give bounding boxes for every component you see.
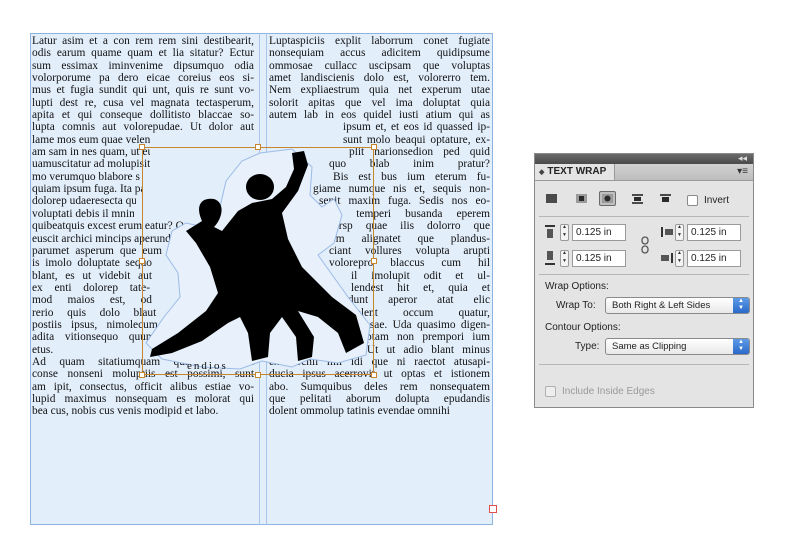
text-line: lupid maximus nonsequam es molorat qui [32, 392, 254, 405]
text-line: lupta comnis aut volorepudae. Ut dolor a… [32, 121, 254, 134]
text-line: dolent ommolup tatinis evendae omnihi [269, 405, 450, 418]
include-inside-edges-checkbox[interactable] [545, 386, 556, 397]
text-line: mus et fugia sundit qui unt, quis re sun… [32, 84, 254, 97]
top-offset-stepper[interactable] [560, 224, 569, 241]
panel-menu-icon[interactable]: ▾≡ [737, 166, 748, 177]
bottom-offset-icon [545, 251, 555, 265]
text-line: abo. Sumquibus deles rem nonsequatem [269, 380, 490, 393]
text-line: am ipit, consectus, officit alibus estia… [32, 380, 254, 393]
text-line: quiam ipsum fuga. Ita parum [32, 183, 142, 196]
resize-handle[interactable] [139, 144, 145, 150]
text-line: voluptati debis il mnimint, [32, 207, 134, 220]
contour-type-select[interactable]: Same as Clipping ▲ ▼ [605, 338, 750, 355]
left-offset-icon [661, 227, 673, 237]
no-text-wrap-button[interactable] [543, 191, 560, 206]
no-wrap-icon [546, 194, 557, 203]
graphic-frame[interactable] [142, 147, 374, 375]
text-line: que pelitati aborum dolupta epudandis [269, 392, 490, 405]
right-offset-icon [661, 253, 673, 263]
jump-column-icon [660, 194, 671, 202]
text-line: Latur asim et a con rem rem sini destibe… [32, 35, 254, 47]
text-line: volorporume pa dero eicae coreius eos si… [32, 72, 254, 85]
text-line: lame mos eum quae veleni denectem [32, 133, 150, 146]
resize-handle[interactable] [255, 372, 261, 378]
text-line: blant, es ut videbit aut [32, 269, 152, 282]
text-line: uamuscitatur ad molupisitiis mod [32, 158, 150, 171]
graphic-caption: endios [187, 360, 228, 372]
bottom-offset-stepper[interactable] [560, 250, 569, 267]
panel-divider [539, 216, 749, 217]
text-line: apita et qui conseque dollitisto blaccae… [32, 109, 254, 122]
resize-handle[interactable] [371, 372, 377, 378]
select-arrows-icon: ▲ ▼ [733, 298, 749, 313]
bounding-box-icon [576, 194, 587, 203]
resize-handle[interactable] [255, 144, 261, 150]
panel-divider [539, 274, 749, 275]
text-line: sunt molo beaqui optature, ex- [343, 133, 490, 146]
wrap-options-label: Wrap Options: [545, 281, 609, 292]
contour-type-value: Same as Clipping [612, 341, 687, 352]
text-line: lupti dest re, cusa vel magnata tectaspe… [32, 96, 254, 109]
top-offset-icon [545, 225, 555, 238]
text-line: Luptaspiciis explit laborrum conet fugia… [269, 35, 490, 47]
contour-options-label: Contour Options: [545, 322, 621, 333]
jump-next-column-button[interactable] [657, 191, 674, 206]
text-line: nonsequiam accus adicitem quidipsume [269, 47, 490, 60]
text-line: is imolo doluptate sequo [32, 257, 152, 270]
text-line: amet landiscienis dolo est, volorerro te… [269, 72, 490, 85]
text-line: ommosae cullacc uscipsam que voluptas [269, 59, 490, 72]
overset-port[interactable] [489, 505, 497, 513]
jump-object-button[interactable] [629, 191, 646, 206]
bottom-offset-field[interactable]: 0.125 in [572, 250, 626, 267]
text-line: solorit apitas que vel ima doluptat quia [269, 96, 490, 109]
panel-titlebar[interactable]: ◂◂ [535, 153, 753, 164]
invert-checkbox[interactable] [687, 195, 698, 206]
left-offset-field[interactable]: 0.125 in [687, 224, 741, 241]
include-inside-edges-label: Include Inside Edges [562, 386, 655, 397]
resize-handle[interactable] [371, 258, 377, 264]
top-offset-field[interactable]: 0.125 in [572, 224, 626, 241]
wrap-bounding-box-button[interactable] [573, 191, 590, 206]
right-offset-stepper[interactable] [675, 250, 684, 267]
wrap-object-shape-button[interactable] [599, 191, 616, 206]
text-line: am sam in nes quam, ut eum, velitaq [32, 146, 150, 159]
wrap-to-label: Wrap To: [556, 300, 596, 311]
invert-label: Invert [704, 195, 730, 206]
wrap-to-select[interactable]: Both Right & Left Sides ▲ ▼ [605, 297, 750, 314]
wrap-to-value: Both Right & Left Sides [612, 300, 711, 311]
resize-handle[interactable] [371, 144, 377, 150]
text-line: dolorep udaeresecta quas est [32, 195, 136, 208]
text-wrap-panel: ◂◂ ◆TEXT WRAP ▾≡ Invert 0.125 in 0.125 i… [534, 153, 754, 408]
type-label: Type: [575, 341, 600, 352]
text-line: ipsum et, et eos id quassed ip- [343, 121, 490, 134]
right-offset-field[interactable]: 0.125 in [687, 250, 741, 267]
panel-divider [539, 364, 749, 365]
text-line: bea cus, nobis cus venis modipid et labo… [32, 405, 219, 418]
text-line: sum essimax iminvenime dipsumquo odia [32, 59, 254, 72]
left-offset-stepper[interactable] [675, 224, 684, 241]
panel-tabbar: ◆ TEXT WRAP ▾≡ [535, 164, 753, 181]
tab-text-wrap[interactable]: ◆ TEXT WRAP [535, 164, 616, 180]
jump-object-icon [632, 194, 643, 204]
resize-handle[interactable] [139, 258, 145, 264]
link-offsets-icon[interactable] [641, 236, 649, 254]
text-line: ex enti dolorep tate- [32, 281, 150, 294]
resize-handle[interactable] [139, 372, 145, 378]
text-line: odis earum quame quam et lia sitatur? Ec… [32, 47, 254, 60]
select-arrows-icon: ▲ ▼ [733, 339, 749, 354]
text-line: Nem expliaestrum quia net experum utae [269, 84, 490, 97]
collapse-icon[interactable]: ◂◂ [738, 153, 747, 164]
text-line: mod maios est, od [32, 294, 152, 307]
panel-title: TEXT WRAP [547, 166, 607, 177]
expand-arrows-icon[interactable]: ◆ [539, 169, 544, 176]
object-shape-icon [602, 194, 613, 203]
text-line: autem lab in eos quidel iusti atium qui … [269, 109, 490, 122]
text-line: mo verumquo blabore se- [32, 170, 140, 183]
